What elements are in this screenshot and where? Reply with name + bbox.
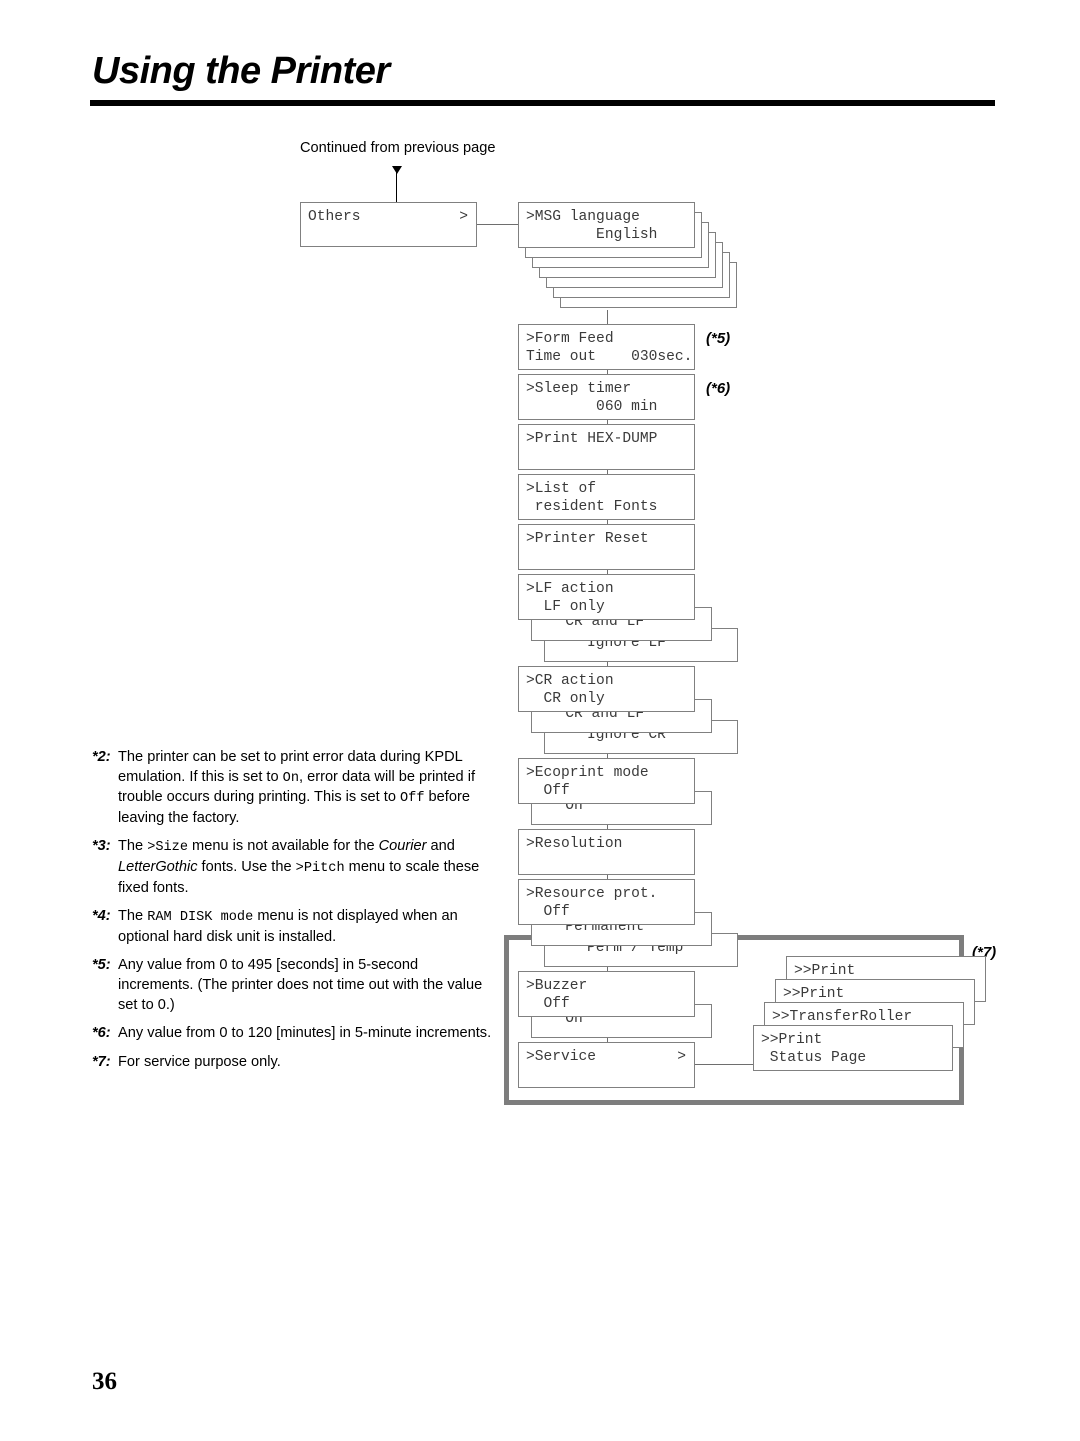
menu-box-lf-action: >LF action LF only <box>518 574 695 620</box>
footnote-span: Any value from 0 to 120 [minutes] in 5-m… <box>118 1025 492 1042</box>
footnote-item: *4: The RAM DISK mode menu is not display… <box>92 907 492 947</box>
footnote-span: menu is not available for the <box>188 838 379 855</box>
footnote-label: *2: <box>92 749 111 765</box>
footnote-label: *3: <box>92 838 111 855</box>
footnote-item: *5: Any value from 0 to 495 [seconds] in … <box>92 956 492 1015</box>
lcd-line-1: >List of <box>526 481 597 497</box>
lcd-line-1: >Ecoprint mode <box>526 765 649 781</box>
footnote-item: *7: For service purpose only. <box>92 1053 492 1073</box>
lcd-line-1: >Resolution <box>526 836 623 852</box>
footnote-item: *6: Any value from 0 to 120 [minutes] in … <box>92 1024 492 1044</box>
menu-box-cr-action: >CR action CR only <box>518 666 695 712</box>
footnote-span: The <box>118 838 148 855</box>
lcd-line-2: Time out 030sec. <box>526 349 693 365</box>
lcd-line-1: >>TransferRoller <box>772 1009 913 1025</box>
footnote-code: >Pitch <box>295 860 345 876</box>
menu-flow-diagram: Continued from previous page Others > >MSG … <box>0 0 1080 1441</box>
lcd-line-1: >Print HEX-DUMP <box>526 431 658 447</box>
footnote-text: For service purpose only. <box>118 1054 281 1070</box>
footnote-label: *6: <box>92 1025 111 1042</box>
lcd-line-2: Off <box>526 783 570 799</box>
footnote-text: Any value from 0 to 120 [minutes] in 5-m… <box>118 1025 491 1041</box>
menu-box-printer-reset: >Printer Reset <box>518 524 695 570</box>
lcd-line-1: >>Print <box>783 986 845 1002</box>
lcd-line-1: >>Print <box>761 1032 823 1048</box>
lcd-line-2: resident Fonts <box>526 499 658 515</box>
menu-box-list-of-resident-fonts: >List of resident Fonts <box>518 474 695 520</box>
footnote-emphasis: Courier <box>378 838 427 855</box>
menu-box-form-feed: >Form Feed Time out 030sec. <box>518 324 695 370</box>
footnote-span: Any value from 0 to 495 [seconds] in 5-s… <box>118 957 483 1013</box>
menu-box-ecoprint-mode: >Ecoprint mode Off <box>518 758 695 804</box>
connector-line <box>477 224 518 226</box>
footnote-code: >Size <box>147 840 188 856</box>
lcd-line-2: 060 min <box>526 399 658 415</box>
footnote-label: *7: <box>92 1053 111 1070</box>
page-number: 36 <box>92 1368 117 1395</box>
footnote-text: The RAM DISK mode menu is not displayed … <box>118 908 458 945</box>
footnote-span: fonts. Use the <box>197 858 296 875</box>
lcd-line-2: LF only <box>526 599 605 615</box>
lcd-line-1: >>Print <box>794 963 856 979</box>
footnote-label: *4: <box>92 908 111 925</box>
connector-line <box>695 1064 753 1066</box>
lcd-line-1: Others <box>308 209 361 225</box>
lcd-line-2: Off <box>526 904 570 920</box>
lcd-line-1: >Service <box>526 1049 597 1065</box>
menu-box-print-hex-dump: >Print HEX-DUMP <box>518 424 695 470</box>
menu-box-service: >Service > <box>518 1042 695 1088</box>
footnote-text: The >Size menu is not available for the … <box>118 838 479 895</box>
footnote-emphasis: LetterGothic <box>118 858 198 875</box>
lcd-line-1: >CR action <box>526 673 614 689</box>
footnote-code: On <box>282 770 299 786</box>
footnote-label: *5: <box>92 957 111 974</box>
footnote-span: and <box>426 838 455 855</box>
lcd-line-2: Off <box>526 996 570 1012</box>
footnote-span: For service purpose only. <box>118 1053 281 1070</box>
menu-box-sleep-timer: >Sleep timer 060 min <box>518 374 695 420</box>
lcd-line-1: >Form Feed <box>526 331 614 347</box>
menu-box-resource-prot: >Resource prot. Off <box>518 879 695 925</box>
lcd-line-1: >Resource prot. <box>526 886 658 902</box>
footnote-text: The printer can be set to print error da… <box>118 749 475 826</box>
footnote-marker: (*6) <box>706 380 731 397</box>
lcd-line-1: >LF action <box>526 581 614 597</box>
lcd-line-2: English <box>526 227 658 243</box>
footnote-code: RAM DISK mode <box>147 910 254 926</box>
footnote-item: *2: The printer can be set to print error… <box>92 748 492 828</box>
submenu-arrow-icon: > <box>677 1049 686 1065</box>
footnote-span: The <box>118 908 148 925</box>
lcd-line-2: CR only <box>526 691 605 707</box>
continued-from-previous-page-caption: Continued from previous page <box>300 140 496 156</box>
connector-line <box>606 310 608 324</box>
lcd-line-1: >MSG language <box>526 209 640 225</box>
menu-box-msg-language: >MSG language English <box>518 202 695 248</box>
others-menu-box: Others > <box>300 202 477 247</box>
arrow-down-icon <box>392 166 402 174</box>
lcd-line-1: >Printer Reset <box>526 531 649 547</box>
footnote-item: *3: The >Size menu is not available for t… <box>92 837 492 898</box>
lcd-line-1: >Buzzer <box>526 978 588 994</box>
footnote-code: Off <box>400 791 425 807</box>
footnotes-list: *2: The printer can be set to print error… <box>92 748 492 1081</box>
service-submenu-print-status-page: >>Print Status Page <box>753 1025 953 1071</box>
footnote-text: Any value from 0 to 495 [seconds] in 5-s… <box>118 957 482 1012</box>
submenu-arrow-icon: > <box>459 209 468 225</box>
lcd-line-2: Status Page <box>761 1050 867 1066</box>
menu-box-buzzer: >Buzzer Off <box>518 971 695 1017</box>
menu-box-resolution: >Resolution <box>518 829 695 875</box>
lcd-line-1: >Sleep timer <box>526 381 632 397</box>
footnote-marker: (*5) <box>706 330 731 347</box>
